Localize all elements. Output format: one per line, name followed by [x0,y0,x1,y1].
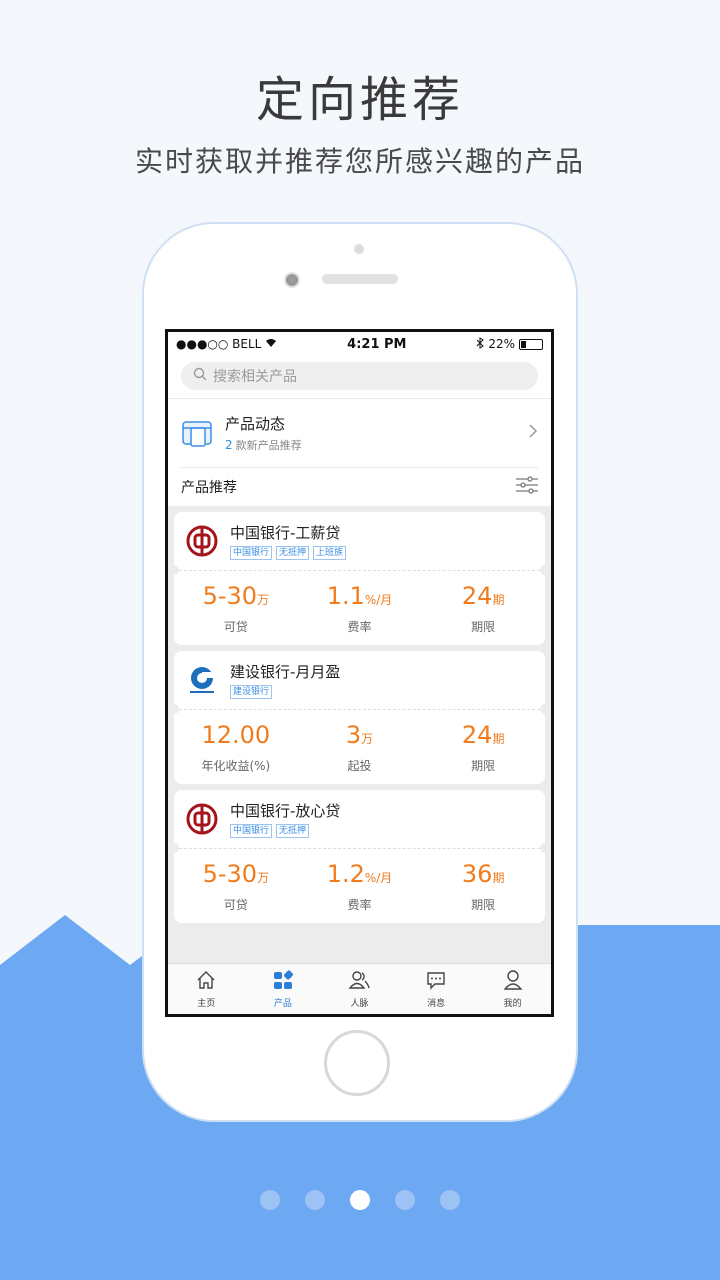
stat-label: 期限 [471,758,496,773]
ccb-logo-icon [184,662,220,698]
phone-sensor [354,244,364,254]
search-icon [193,367,207,385]
news-title: 产品动态 [225,415,286,433]
stat-term: 36期期限 [421,860,545,913]
message-icon [425,969,447,996]
stat-label: 年化收益(%) [201,758,271,773]
bottom-tab-bar: 主页 产品 人脉 消息 我的 [168,963,551,1014]
stat-min-invest: 3万起投 [298,721,422,774]
stat-term: 24期期限 [421,721,545,774]
page-indicator [0,1190,720,1210]
news-count: 2 [225,438,233,452]
stat-label: 费率 [347,897,372,912]
stat-label: 起投 [347,758,372,773]
tab-contacts[interactable]: 人脉 [321,964,398,1014]
battery-percent: 22% [488,337,515,351]
stat-value: 12.00 [201,720,271,749]
product-name: 中国银行-工薪贷 [230,524,341,542]
stat-unit: %/月 [364,870,393,885]
hero-subtitle: 实时获取并推荐您所感兴趣的产品 [134,145,585,178]
tab-home[interactable]: 主页 [168,964,245,1014]
status-time: 4:21 PM [347,336,407,352]
page-dot[interactable] [260,1190,280,1210]
stat-label: 可贷 [223,619,248,634]
product-name: 中国银行-放心贷 [230,802,341,820]
stat-unit: 期 [492,870,505,885]
phone-screen: ●●●○○ BELL 4:21 PM 22% 搜索相关产品 产品动态 2 款新产… [165,329,554,1017]
stat-label: 可贷 [223,897,248,912]
stat-unit: 期 [492,592,505,607]
product-tag: 中国银行 [230,546,273,560]
product-card[interactable]: 中国银行-工薪贷 中国银行 无抵押 上班族 5-30万 可贷 1.1%/月费率 2… [169,512,550,645]
product-news-row[interactable]: 产品动态 2 款新产品推荐 [168,398,551,467]
tab-label: 消息 [427,999,446,1009]
home-button[interactable] [324,1030,390,1096]
page-dot-active[interactable] [350,1190,370,1210]
news-icon [181,416,215,450]
stat-value: 24 [461,581,493,610]
tab-label: 产品 [273,999,292,1009]
bluetooth-icon [476,336,485,352]
stat-rate: 1.1%/月费率 [298,582,422,635]
filter-icon[interactable] [516,476,538,498]
stat-unit: 期 [492,731,505,746]
stat-value: 1.2 [326,859,365,888]
wifi-icon [265,337,277,351]
stat-unit: 万 [361,731,374,746]
home-icon [195,969,217,996]
product-tag: 上班族 [313,546,347,560]
tab-messages[interactable]: 消息 [398,964,475,1014]
product-tag: 无抵押 [276,824,310,838]
boc-logo-icon [184,523,220,559]
tab-label: 主页 [197,999,216,1009]
tab-label: 人脉 [350,999,369,1009]
product-tag: 中国银行 [230,824,273,838]
stat-term: 24期期限 [421,582,545,635]
page-dot[interactable] [395,1190,415,1210]
profile-icon [502,969,524,996]
product-card[interactable]: 建设银行-月月盈 建设银行 12.00 年化收益(%) 3万起投 24期期限 [169,651,550,784]
chevron-right-icon [528,423,538,444]
stat-value: 3 [345,720,362,749]
tab-products[interactable]: 产品 [245,964,322,1014]
stat-rate: 1.2%/月费率 [298,860,422,913]
stat-value: 5-30 [202,859,258,888]
recommend-title: 产品推荐 [181,480,237,496]
page-dot[interactable] [305,1190,325,1210]
stat-label: 期限 [471,619,496,634]
page-dot[interactable] [440,1190,460,1210]
hero-title: 定向推荐 [255,72,464,128]
search-placeholder: 搜索相关产品 [213,369,297,385]
stat-value: 24 [461,720,493,749]
stat-amount: 5-30万 可贷 [174,582,298,635]
stat-yield: 12.00 年化收益(%) [174,721,298,774]
search-input[interactable]: 搜索相关产品 [181,362,538,390]
news-desc: 款新产品推荐 [235,439,302,452]
status-bar: ●●●○○ BELL 4:21 PM 22% [168,332,551,356]
product-name: 建设银行-月月盈 [230,663,341,681]
stat-value: 1.1 [326,581,365,610]
stat-label: 费率 [347,619,372,634]
tab-label: 我的 [503,999,522,1009]
stat-unit: 万 [257,870,270,885]
tab-profile[interactable]: 我的 [474,964,551,1014]
stat-unit: 万 [257,592,270,607]
product-tag: 建设银行 [230,685,273,699]
contacts-icon [348,969,371,996]
stat-unit: %/月 [364,592,393,607]
phone-camera [284,272,300,288]
carrier-label: ●●●○○ BELL [176,337,262,351]
product-tag: 无抵押 [276,546,310,560]
battery-icon [518,338,543,350]
product-card[interactable]: 中国银行-放心贷 中国银行 无抵押 5-30万 可贷 1.2%/月费率 36期期限 [169,790,550,923]
stat-label: 期限 [471,897,496,912]
grid-icon [272,969,294,996]
stat-value: 5-30 [202,581,258,610]
stat-value: 36 [461,859,493,888]
phone-speaker [322,274,398,284]
boc-logo-icon [184,801,220,837]
stat-amount: 5-30万 可贷 [174,860,298,913]
